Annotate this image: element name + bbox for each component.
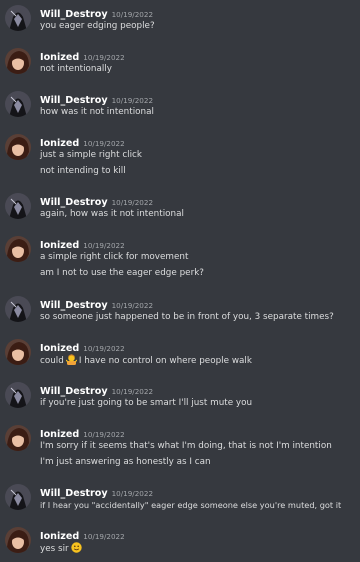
message-header: Ionized 10/19/2022 <box>40 236 125 251</box>
timestamp: 10/19/2022 <box>83 53 125 62</box>
message-text: just a simple right click <box>40 150 142 160</box>
message-text-part: yes sir <box>40 544 69 554</box>
timestamp: 10/19/2022 <box>111 387 154 396</box>
dark-hooded-figure-avatar-icon[interactable] <box>5 484 31 510</box>
anime-character-avatar-icon[interactable] <box>5 48 31 74</box>
message-text: you eager edging people? <box>40 21 155 31</box>
message-header: Ionized 10/19/2022 <box>40 527 125 542</box>
timestamp: 10/19/2022 <box>111 10 154 19</box>
username[interactable]: Ionized <box>40 343 79 354</box>
message-header: Will_Destroy 10/19/2022 <box>40 382 154 397</box>
username[interactable]: Ionized <box>40 531 79 542</box>
anime-character-avatar-icon[interactable] <box>5 425 31 451</box>
chat-message-list: Will_Destroy 10/19/2022 you eager edging … <box>0 0 360 562</box>
dark-hooded-figure-avatar-icon[interactable] <box>5 193 31 219</box>
message-header: Will_Destroy 10/19/2022 <box>40 296 154 311</box>
message-text: I'm just answering as honestly as I can <box>40 457 211 467</box>
message-text: not intending to kill <box>40 166 126 176</box>
message-header: Ionized 10/19/2022 <box>40 425 125 440</box>
message-header: Ionized 10/19/2022 <box>40 339 125 354</box>
message-text: if I hear you "accidentally" eager edge … <box>40 500 342 510</box>
timestamp: 10/19/2022 <box>111 301 154 310</box>
dark-hooded-figure-avatar-icon[interactable] <box>5 5 31 31</box>
dark-hooded-figure-avatar-icon[interactable] <box>5 382 31 408</box>
anime-character-avatar-icon[interactable] <box>5 134 31 160</box>
timestamp: 10/19/2022 <box>111 96 154 105</box>
message-header: Ionized 10/19/2022 <box>40 48 125 63</box>
message-text: a simple right click for movement <box>40 252 189 262</box>
timestamp: 10/19/2022 <box>83 532 125 541</box>
message-text-part: I have no control on where people walk <box>78 356 252 366</box>
message-text: yes sir <box>40 542 84 555</box>
dark-hooded-figure-avatar-icon[interactable] <box>5 91 31 117</box>
message-header: Will_Destroy 10/19/2022 <box>40 484 154 499</box>
username[interactable]: Will_Destroy <box>40 300 108 311</box>
message-text: if you're just going to be smart I'll ju… <box>40 398 253 408</box>
dark-hooded-figure-avatar-icon[interactable] <box>5 296 31 322</box>
username[interactable]: Will_Destroy <box>40 9 108 20</box>
message-header: Will_Destroy 10/19/2022 <box>40 5 154 20</box>
message-text: am I not to use the eager edge perk? <box>40 268 204 278</box>
person-shrugging-emoji-icon[interactable] <box>65 354 78 365</box>
timestamp: 10/19/2022 <box>111 489 154 498</box>
timestamp: 10/19/2022 <box>83 430 125 439</box>
message-header: Ionized 10/19/2022 <box>40 134 125 149</box>
message-text-part: could <box>40 356 64 366</box>
slightly-smiling-face-emoji-icon[interactable] <box>70 542 82 553</box>
timestamp: 10/19/2022 <box>83 139 125 148</box>
message-header: Will_Destroy 10/19/2022 <box>40 91 154 106</box>
username[interactable]: Will_Destroy <box>40 386 108 397</box>
username[interactable]: Ionized <box>40 138 79 149</box>
message-text: again, how was it not intentional <box>40 209 184 219</box>
username[interactable]: Will_Destroy <box>40 197 108 208</box>
username[interactable]: Will_Destroy <box>40 95 108 106</box>
username[interactable]: Ionized <box>40 52 79 63</box>
message-text: how was it not intentional <box>40 107 154 117</box>
username[interactable]: Ionized <box>40 429 79 440</box>
message-text: could I have no control on where people w… <box>40 354 252 367</box>
message-text: I'm sorry if it seems that's what I'm do… <box>40 441 332 451</box>
anime-character-avatar-icon[interactable] <box>5 527 31 553</box>
message-text: so someone just happened to be in front … <box>40 312 334 322</box>
timestamp: 10/19/2022 <box>111 198 154 207</box>
username[interactable]: Ionized <box>40 240 79 251</box>
anime-character-avatar-icon[interactable] <box>5 339 31 365</box>
anime-character-avatar-icon[interactable] <box>5 236 31 262</box>
username[interactable]: Will_Destroy <box>40 488 108 499</box>
timestamp: 10/19/2022 <box>83 344 125 353</box>
message-header: Will_Destroy 10/19/2022 <box>40 193 154 208</box>
timestamp: 10/19/2022 <box>83 241 125 250</box>
message-text: not intentionally <box>40 64 112 74</box>
